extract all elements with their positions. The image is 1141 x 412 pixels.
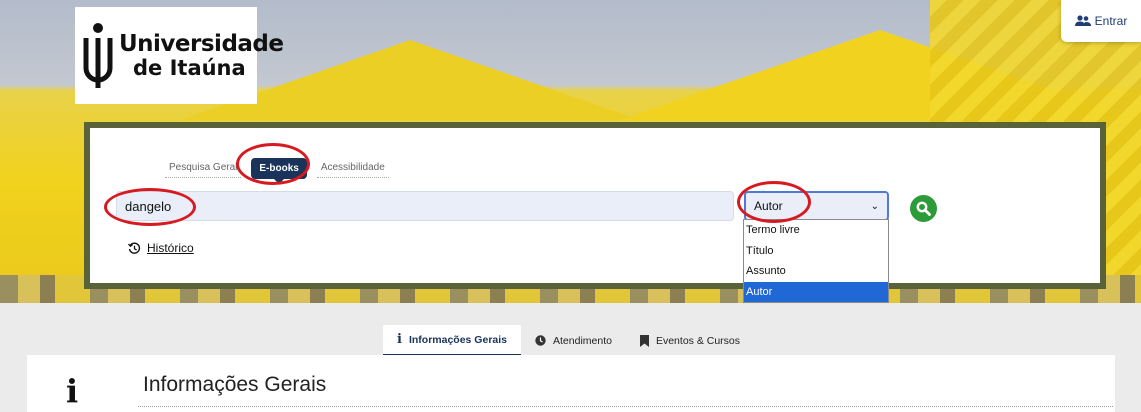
search-button[interactable] [910,195,937,222]
clock-icon [535,335,546,346]
history-icon [128,241,141,254]
info-icon: i [66,372,79,410]
tab-ebooks[interactable]: E-books [251,157,307,184]
option-assunto[interactable]: Assunto [744,261,888,282]
info-tabs: i Informações Gerais Atendimento Eventos… [383,325,754,356]
bookmark-icon [639,334,649,347]
login-button[interactable]: Entrar [1061,0,1141,42]
logo-line-2: de Itaúna [133,55,246,80]
history-label: Histórico [147,241,194,255]
search-icon [916,201,931,216]
divider [138,406,1113,407]
users-icon [1074,15,1091,26]
login-label: Entrar [1094,14,1128,28]
search-panel: Pesquisa Geral E-books Acessibilidade Au… [84,122,1106,289]
tab-eventos-cursos[interactable]: Eventos & Cursos [626,325,754,356]
university-logo[interactable]: Universidade de Itaúna [75,7,284,104]
tab-label: Atendimento [553,334,612,347]
tab-informacoes-gerais[interactable]: i Informações Gerais [383,325,521,356]
tab-atendimento[interactable]: Atendimento [521,325,626,356]
search-field-select[interactable]: Autor ⌄ [744,191,889,221]
search-tabs: Pesquisa Geral E-books Acessibilidade [165,155,389,184]
logo-mark-icon [83,22,113,88]
tab-label: Eventos & Cursos [655,334,741,347]
logo-line-1: Universidade [119,31,284,58]
info-icon: i [397,332,402,347]
tab-pesquisa-geral[interactable]: Pesquisa Geral [165,158,242,178]
tab-acessibilidade[interactable]: Acessibilidade [316,158,389,178]
tab-label: Informações Gerais [408,333,507,346]
history-link[interactable]: Histórico [128,241,194,255]
select-value: Autor [754,199,783,213]
option-autor[interactable]: Autor [744,281,888,302]
chevron-down-icon: ⌄ [870,200,879,212]
option-titulo[interactable]: Título [744,241,888,262]
section-title: Informações Gerais [143,373,327,396]
search-input[interactable] [116,191,734,221]
option-termo-livre[interactable]: Termo livre [744,220,888,241]
search-field-dropdown: Termo livre Título Assunto Autor [743,219,889,303]
